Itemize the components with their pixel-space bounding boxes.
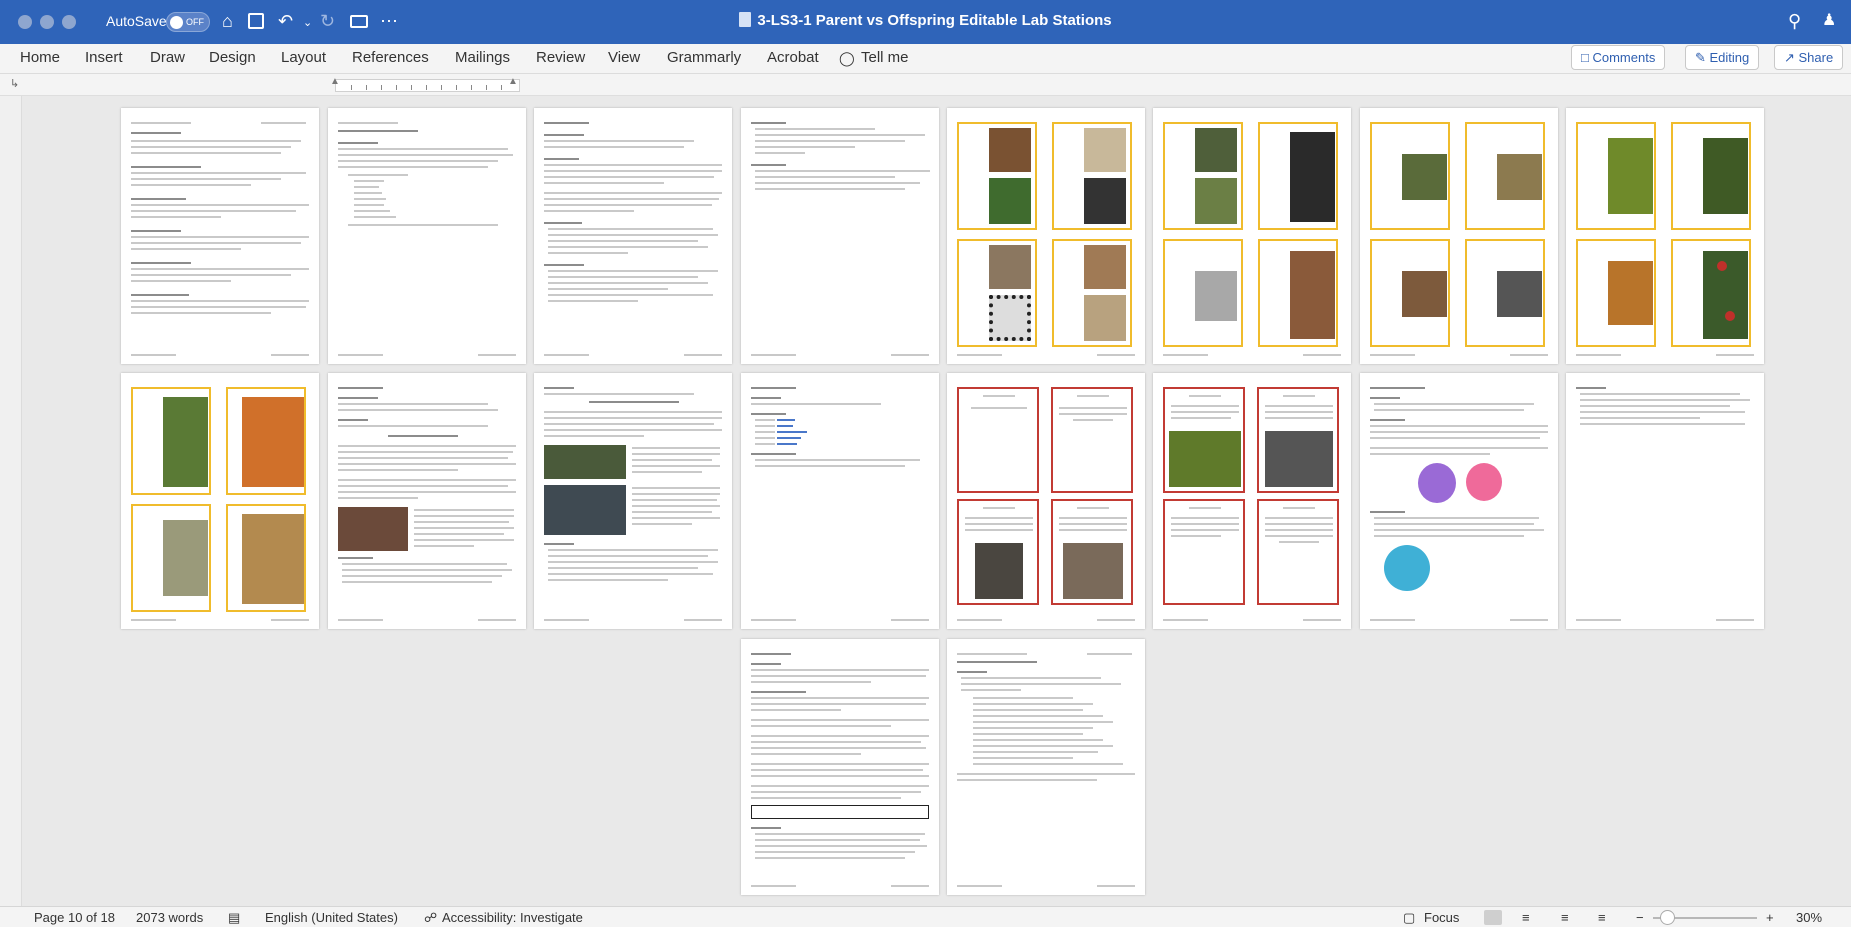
share-button[interactable]: ↗ Share <box>1774 45 1844 70</box>
share-label: Share <box>1798 50 1834 65</box>
ribbon: Home Insert Draw Design Layout Reference… <box>0 44 1851 74</box>
tab-home[interactable]: Home <box>20 46 60 70</box>
word-count[interactable]: 2073 words <box>136 910 203 925</box>
page-thumbnail[interactable] <box>741 639 939 895</box>
page-thumbnail[interactable] <box>741 108 939 364</box>
page-thumbnail[interactable] <box>1360 373 1558 629</box>
right-indent-marker[interactable]: ▲ <box>508 76 518 87</box>
focus-button[interactable]: Focus <box>1424 910 1459 925</box>
tab-stop-icon[interactable]: ↳ <box>10 77 19 90</box>
page-thumbnail[interactable] <box>1153 373 1351 629</box>
tell-me[interactable]: Tell me <box>861 46 909 70</box>
page-thumbnail[interactable] <box>1566 373 1764 629</box>
title-bar: AutoSave OFF ⌂ ↶ ⌄ ↻ ⋯ 3-LS3-1 Parent vs… <box>0 0 1851 44</box>
horizontal-ruler[interactable] <box>335 79 520 92</box>
focus-icon[interactable]: ▢ <box>1403 910 1415 925</box>
tab-draw[interactable]: Draw <box>150 46 185 70</box>
page-thumbnail[interactable] <box>328 108 526 364</box>
search-icon[interactable]: ⚲ <box>1788 10 1801 32</box>
zoom-level[interactable]: 30% <box>1796 910 1822 925</box>
page-thumbnail[interactable] <box>534 108 732 364</box>
editing-button[interactable]: ✎ Editing <box>1685 45 1760 70</box>
page-thumbnail[interactable] <box>534 373 732 629</box>
pencil-icon: ✎ <box>1695 50 1710 65</box>
page-thumbnail[interactable] <box>121 108 319 364</box>
document-icon <box>739 12 752 27</box>
comment-icon: □ <box>1581 50 1593 65</box>
document-canvas[interactable] <box>23 96 1851 906</box>
page-thumbnail[interactable] <box>328 373 526 629</box>
vertical-ruler <box>0 96 22 906</box>
accessibility-icon[interactable]: ☍ <box>424 910 437 925</box>
page-count[interactable]: Page 10 of 18 <box>34 910 115 925</box>
web-layout-icon[interactable]: ≡ <box>1522 910 1530 925</box>
share-person-icon[interactable]: ♟ <box>1822 10 1836 32</box>
document-title: 3-LS3-1 Parent vs Offspring Editable Lab… <box>0 12 1851 29</box>
draft-icon[interactable]: ≡ <box>1598 910 1606 925</box>
page-thumbnail[interactable] <box>947 373 1145 629</box>
page-thumbnail[interactable] <box>947 639 1145 895</box>
page-thumbnail[interactable] <box>1566 108 1764 364</box>
lightbulb-icon: ◯ <box>839 50 855 66</box>
zoom-in-icon[interactable]: + <box>1766 910 1774 925</box>
page-thumbnail[interactable] <box>947 108 1145 364</box>
tab-insert[interactable]: Insert <box>85 46 123 70</box>
editing-label: Editing <box>1709 50 1750 65</box>
print-layout-icon[interactable] <box>1484 910 1502 925</box>
tab-grammarly[interactable]: Grammarly <box>667 46 741 70</box>
page-thumbnail[interactable] <box>121 373 319 629</box>
tab-view[interactable]: View <box>608 46 640 70</box>
tab-references[interactable]: References <box>352 46 429 70</box>
page-thumbnail[interactable] <box>1153 108 1351 364</box>
tab-design[interactable]: Design <box>209 46 256 70</box>
proofing-icon[interactable]: ▤ <box>228 910 240 925</box>
page-thumbnail[interactable] <box>741 373 939 629</box>
accessibility-status[interactable]: Accessibility: Investigate <box>442 910 583 925</box>
horizontal-ruler-bar: ↳ ▲ ▲ <box>0 74 1851 96</box>
zoom-slider-handle[interactable] <box>1660 910 1675 925</box>
document-title-text: 3-LS3-1 Parent vs Offspring Editable Lab… <box>757 12 1112 29</box>
zoom-out-icon[interactable]: − <box>1636 910 1644 925</box>
tab-mailings[interactable]: Mailings <box>455 46 510 70</box>
tab-acrobat[interactable]: Acrobat <box>767 46 819 70</box>
page-thumbnail[interactable] <box>1360 108 1558 364</box>
left-indent-marker[interactable]: ▲ <box>330 76 340 87</box>
tab-layout[interactable]: Layout <box>281 46 326 70</box>
status-bar: Page 10 of 18 2073 words ▤ English (Unit… <box>0 906 1851 927</box>
comments-label: Comments <box>1592 50 1656 65</box>
outline-icon[interactable]: ≡ <box>1561 910 1569 925</box>
language[interactable]: English (United States) <box>265 910 398 925</box>
tab-review[interactable]: Review <box>536 46 585 70</box>
share-icon: ↗ <box>1784 50 1799 65</box>
comments-button[interactable]: □ Comments <box>1571 45 1666 70</box>
